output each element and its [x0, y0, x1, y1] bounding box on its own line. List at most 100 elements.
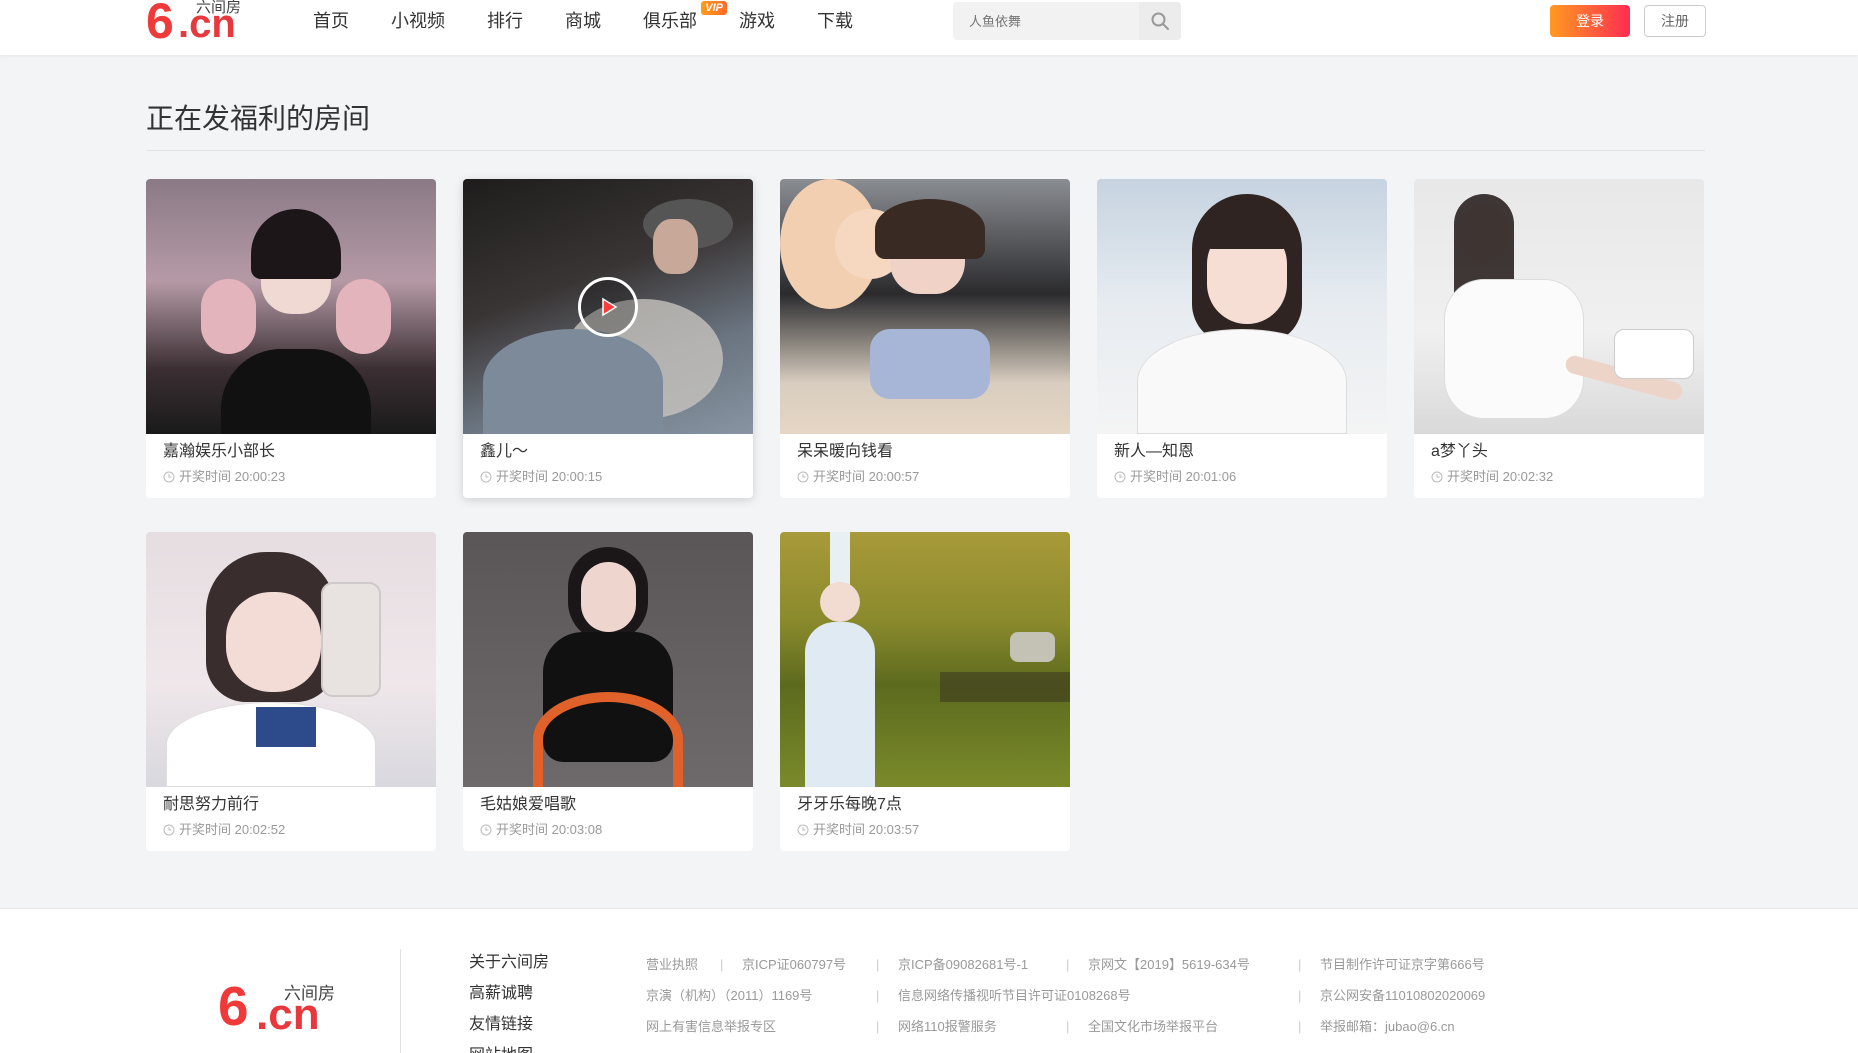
room-thumbnail	[1097, 179, 1387, 434]
separator: |	[1066, 1019, 1070, 1034]
room-card[interactable]: 呆呆暖向钱看 开奖时间 20:00:57	[780, 179, 1070, 498]
footer-logo[interactable]: 6 .cn 六间房	[218, 975, 348, 1037]
license-icp-record[interactable]: 京ICP备09082681号-1	[898, 949, 1028, 980]
license-police[interactable]: 京公网安备11010802020069	[1320, 980, 1485, 1011]
search-box	[953, 2, 1181, 40]
nav-home[interactable]: 首页	[313, 0, 349, 42]
separator: |	[876, 988, 880, 1003]
separator: |	[876, 1019, 880, 1034]
report-110[interactable]: 网络110报警服务	[898, 1011, 997, 1042]
prize-time: 开奖时间 20:01:06	[1114, 469, 1236, 485]
search-button[interactable]	[1139, 2, 1181, 40]
room-name: 耐思努力前行	[163, 796, 260, 813]
license-business[interactable]: 营业执照	[646, 949, 698, 980]
footer-link-jobs[interactable]: 高薪诚聘	[469, 978, 549, 1009]
site-footer: 6 .cn 六间房 关于六间房 高薪诚聘 友情链接 网站地图 营业执照 | 京I…	[0, 908, 1858, 1053]
nav-download[interactable]: 下载	[817, 0, 853, 42]
footer-licenses: 营业执照 | 京ICP证060797号 | 京ICP备09082681号-1 |…	[646, 949, 1746, 1042]
nav-short-video[interactable]: 小视频	[391, 0, 445, 42]
top-header: 6 .cn 六间房 首页 小视频 排行 商城 俱乐部 VIP 游戏 下载 登录 …	[0, 0, 1858, 55]
room-name: 嘉瀚娱乐小部长	[163, 443, 276, 460]
site-logo[interactable]: 6 .cn 六间房	[146, 0, 256, 46]
license-performance[interactable]: 京演（机构）（2011）1169号	[646, 980, 812, 1011]
room-name: 呆呆暖向钱看	[797, 443, 894, 460]
prize-time: 开奖时间 20:03:57	[797, 822, 919, 838]
main-nav: 首页 小视频 排行 商城 俱乐部 VIP 游戏 下载	[313, 0, 895, 42]
room-thumbnail	[146, 179, 436, 434]
footer-links: 关于六间房 高薪诚聘 友情链接 网站地图	[469, 947, 549, 1053]
report-email[interactable]: 举报邮箱：jubao@6.cn	[1320, 1011, 1455, 1042]
nav-ranking[interactable]: 排行	[487, 0, 523, 42]
license-av[interactable]: 信息网络传播视听节目许可证0108268号	[898, 980, 1131, 1011]
play-icon	[602, 297, 618, 317]
room-name: 毛姑娘爱唱歌	[480, 796, 577, 813]
room-thumbnail	[780, 532, 1070, 787]
prize-time: 开奖时间 20:00:57	[797, 469, 919, 485]
section-title: 正在发福利的房间	[146, 103, 371, 134]
search-input[interactable]	[953, 2, 1139, 40]
logo-subtitle: 六间房	[196, 0, 242, 16]
room-card[interactable]: 新人—知恩 开奖时间 20:01:06	[1097, 179, 1387, 498]
prize-time-text: 开奖时间 20:03:57	[813, 822, 920, 837]
room-name: 鑫儿～	[480, 443, 529, 460]
footer-link-about[interactable]: 关于六间房	[469, 947, 549, 978]
prize-time-text: 开奖时间 20:00:15	[496, 469, 603, 484]
room-name: 新人—知恩	[1114, 443, 1195, 460]
footer-divider	[400, 949, 401, 1053]
report-culture[interactable]: 全国文化市场举报平台	[1088, 1011, 1218, 1042]
clock-icon	[1114, 471, 1126, 483]
separator: |	[1298, 988, 1302, 1003]
room-thumbnail	[780, 179, 1070, 434]
separator: |	[1298, 1019, 1302, 1034]
section-divider	[146, 150, 1705, 151]
room-name: 牙牙乐每晚7点	[797, 796, 902, 813]
separator: |	[720, 957, 724, 972]
room-name: a梦丫头	[1431, 443, 1488, 460]
license-icp[interactable]: 京ICP证060797号	[742, 949, 846, 980]
register-button[interactable]: 注册	[1644, 5, 1706, 37]
prize-time-text: 开奖时间 20:00:23	[179, 469, 286, 484]
search-icon	[1151, 12, 1169, 30]
logo-six: 6	[146, 0, 174, 49]
room-card[interactable]: 鑫儿～ 开奖时间 20:00:15	[463, 179, 753, 498]
room-thumbnail	[463, 532, 753, 787]
room-thumbnail	[463, 179, 753, 434]
play-button[interactable]	[578, 277, 638, 337]
prize-time-text: 开奖时间 20:01:06	[1130, 469, 1237, 484]
footer-logo-six: 6	[218, 975, 249, 1037]
prize-time: 开奖时间 20:00:23	[163, 469, 285, 485]
footer-logo-subtitle: 六间房	[284, 984, 335, 1003]
report-harmful[interactable]: 网上有害信息举报专区	[646, 1011, 776, 1042]
footer-license-row: 京演（机构）（2011）1169号 | 信息网络传播视听节目许可证0108268…	[646, 980, 1746, 1011]
clock-icon	[163, 824, 175, 836]
room-card[interactable]: 嘉瀚娱乐小部长 开奖时间 20:00:23	[146, 179, 436, 498]
footer-license-row: 网上有害信息举报专区 | 网络110报警服务 | 全国文化市场举报平台 | 举报…	[646, 1011, 1746, 1042]
nav-games[interactable]: 游戏	[739, 0, 775, 42]
room-thumbnail	[146, 532, 436, 787]
prize-time-text: 开奖时间 20:02:32	[1447, 469, 1554, 484]
footer-link-friends[interactable]: 友情链接	[469, 1009, 549, 1040]
prize-time-text: 开奖时间 20:02:52	[179, 822, 286, 837]
separator: |	[1066, 957, 1070, 972]
prize-time: 开奖时间 20:02:32	[1431, 469, 1553, 485]
license-netculture[interactable]: 京网文【2019】5619-634号	[1088, 949, 1250, 980]
footer-license-row: 营业执照 | 京ICP证060797号 | 京ICP备09082681号-1 |…	[646, 949, 1746, 980]
nav-mall[interactable]: 商城	[565, 0, 601, 42]
room-thumbnail	[1414, 179, 1704, 434]
room-card[interactable]: 牙牙乐每晚7点 开奖时间 20:03:57	[780, 532, 1070, 851]
clock-icon	[1431, 471, 1443, 483]
clock-icon	[163, 471, 175, 483]
room-card[interactable]: 毛姑娘爱唱歌 开奖时间 20:03:08	[463, 532, 753, 851]
prize-time: 开奖时间 20:02:52	[163, 822, 285, 838]
vip-badge: VIP	[701, 1, 727, 15]
separator: |	[1298, 957, 1302, 972]
room-card[interactable]: a梦丫头 开奖时间 20:02:32	[1414, 179, 1704, 498]
clock-icon	[797, 824, 809, 836]
nav-club[interactable]: 俱乐部 VIP	[643, 0, 727, 42]
prize-time: 开奖时间 20:00:15	[480, 469, 602, 485]
footer-link-sitemap[interactable]: 网站地图	[469, 1040, 549, 1053]
room-card[interactable]: 耐思努力前行 开奖时间 20:02:52	[146, 532, 436, 851]
clock-icon	[480, 471, 492, 483]
license-program[interactable]: 节目制作许可证京字第666号	[1320, 949, 1485, 980]
login-button[interactable]: 登录	[1550, 5, 1630, 37]
